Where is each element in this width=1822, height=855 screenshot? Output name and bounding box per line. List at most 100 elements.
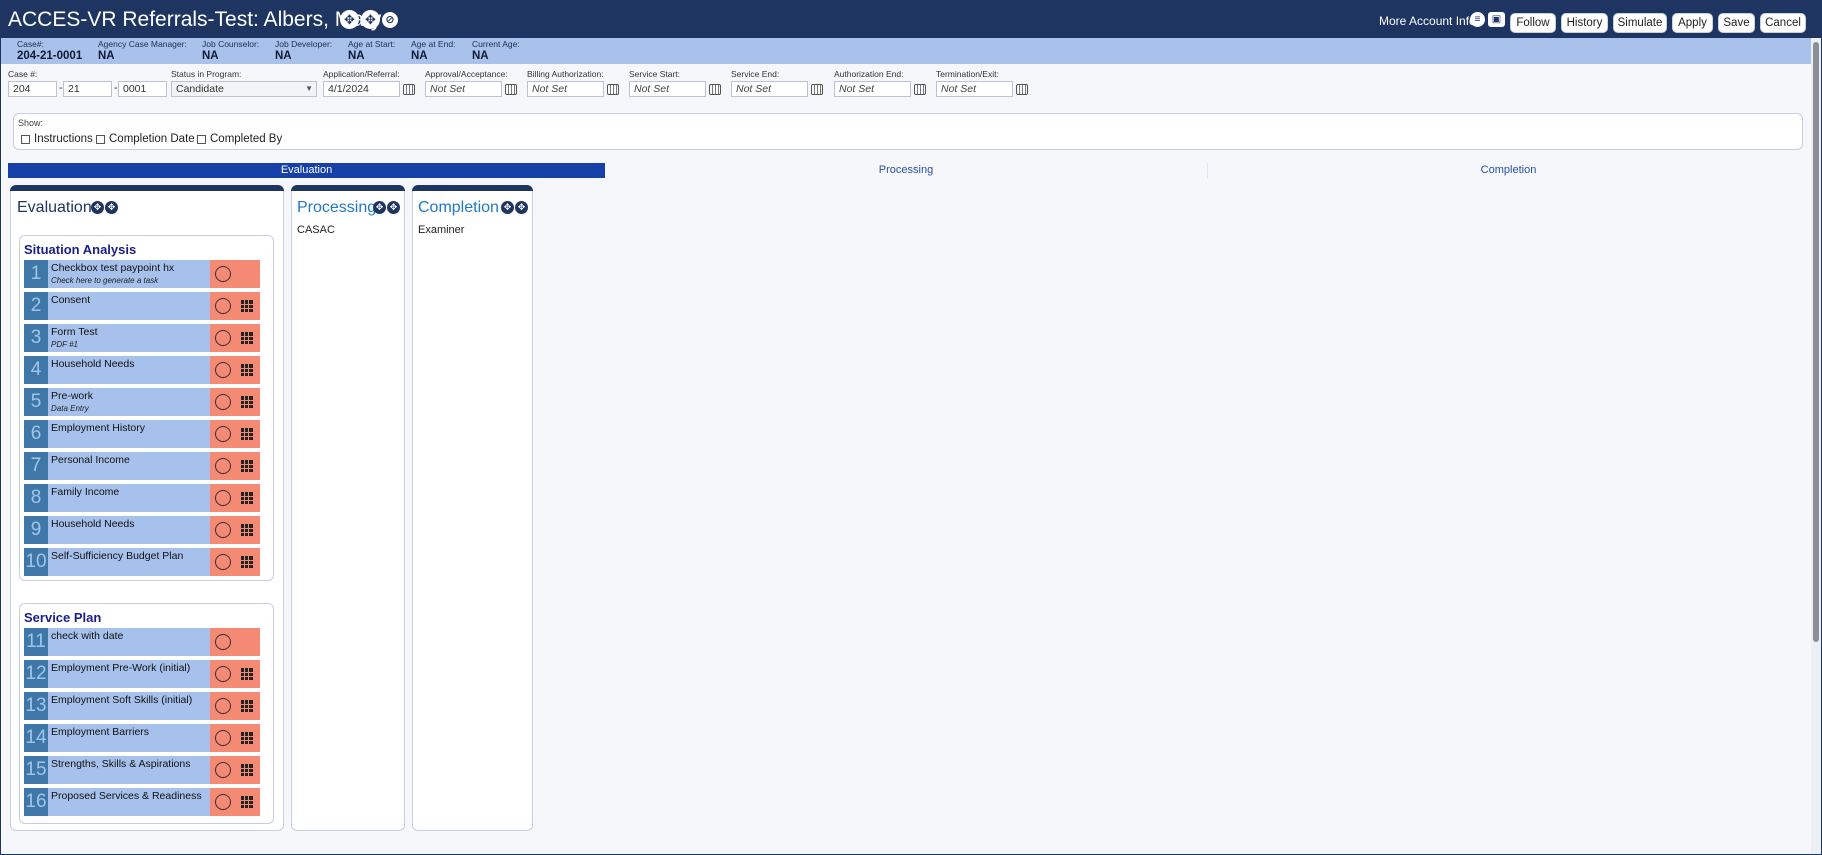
application-referral-field[interactable]: 4/1/2024 xyxy=(323,81,400,97)
task-row[interactable]: 3 Form Test PDF #1 xyxy=(24,324,260,352)
task-body[interactable]: Consent xyxy=(48,292,210,320)
status-circle-icon[interactable] xyxy=(215,362,231,378)
task-grid-cell[interactable] xyxy=(235,324,260,352)
expand-icon[interactable]: ✥ xyxy=(361,10,380,29)
service-start-field[interactable]: Not Set xyxy=(629,81,706,97)
task-row[interactable]: 1 Checkbox test paypoint hx Check here to … xyxy=(24,260,260,288)
task-body[interactable]: check with date xyxy=(48,628,210,656)
simulate-button[interactable]: Simulate xyxy=(1613,13,1667,33)
grid-icon[interactable] xyxy=(241,556,253,568)
save-button[interactable]: Save xyxy=(1718,13,1755,33)
status-circle-icon[interactable] xyxy=(215,794,231,810)
status-circle-icon[interactable] xyxy=(215,426,231,442)
task-body[interactable]: Pre-work Data Entry xyxy=(48,388,210,416)
checkbox[interactable] xyxy=(21,134,30,144)
task-status-cell[interactable] xyxy=(210,692,235,720)
task-status-cell[interactable] xyxy=(210,388,235,416)
task-body[interactable]: Employment Soft Skills (initial) xyxy=(48,692,210,720)
task-body[interactable]: Strengths, Skills & Aspirations xyxy=(48,756,210,784)
expand-icon[interactable]: ✥ xyxy=(91,201,104,214)
grid-icon[interactable] xyxy=(241,668,253,680)
task-body[interactable]: Employment Barriers xyxy=(48,724,210,752)
expand-icon[interactable]: ✥ xyxy=(501,201,514,214)
grid-icon[interactable] xyxy=(241,764,253,776)
calendar-icon[interactable] xyxy=(403,84,415,95)
calendar-icon[interactable] xyxy=(607,84,619,95)
task-row[interactable]: 9 Household Needs xyxy=(24,516,260,544)
calendar-icon[interactable] xyxy=(505,84,517,95)
authorization-end-field[interactable]: Not Set xyxy=(834,81,911,97)
task-status-cell[interactable] xyxy=(210,628,235,656)
more-account-info-link[interactable]: More Account Info xyxy=(1379,14,1476,28)
grid-icon[interactable] xyxy=(241,700,253,712)
task-status-cell[interactable] xyxy=(210,292,235,320)
grid-icon[interactable] xyxy=(241,364,253,376)
tab-completion[interactable]: Completion xyxy=(1207,163,1809,178)
calendar-icon[interactable] xyxy=(811,84,823,95)
task-status-cell[interactable] xyxy=(210,324,235,352)
grid-icon[interactable] xyxy=(241,300,253,312)
task-body[interactable]: Employment Pre-Work (initial) xyxy=(48,660,210,688)
case-part-1-field[interactable]: 204 xyxy=(8,81,57,97)
service-end-field[interactable]: Not Set xyxy=(731,81,808,97)
status-circle-icon[interactable] xyxy=(215,730,231,746)
contact-card-icon[interactable]: ▣ xyxy=(1488,12,1505,27)
task-row[interactable]: 4 Household Needs xyxy=(24,356,260,384)
task-body[interactable]: Form Test PDF #1 xyxy=(48,324,210,352)
task-body[interactable]: Proposed Services & Readiness xyxy=(48,788,210,816)
task-status-cell[interactable] xyxy=(210,516,235,544)
task-row[interactable]: 10 Self-Sufficiency Budget Plan xyxy=(24,548,260,576)
checkbox[interactable] xyxy=(96,134,105,144)
task-row[interactable]: 8 Family Income xyxy=(24,484,260,512)
task-body[interactable]: Household Needs xyxy=(48,356,210,384)
status-circle-icon[interactable] xyxy=(215,698,231,714)
task-body[interactable]: Employment History xyxy=(48,420,210,448)
expand-icon[interactable]: ✥ xyxy=(515,201,528,214)
task-status-cell[interactable] xyxy=(210,756,235,784)
completion-date-checkbox[interactable]: Completion Date xyxy=(96,133,195,145)
calendar-icon[interactable] xyxy=(1016,84,1028,95)
task-grid-cell[interactable] xyxy=(235,724,260,752)
status-circle-icon[interactable] xyxy=(215,490,231,506)
task-grid-cell[interactable] xyxy=(235,356,260,384)
tab-evaluation[interactable]: Evaluation xyxy=(8,163,605,178)
grid-icon[interactable] xyxy=(241,492,253,504)
task-grid-cell[interactable] xyxy=(235,452,260,480)
status-circle-icon[interactable] xyxy=(215,554,231,570)
grid-icon[interactable] xyxy=(241,396,253,408)
task-body[interactable]: Family Income xyxy=(48,484,210,512)
task-row[interactable]: 14 Employment Barriers xyxy=(24,724,260,752)
apply-button[interactable]: Apply xyxy=(1672,13,1713,33)
task-row[interactable]: 15 Strengths, Skills & Aspirations xyxy=(24,756,260,784)
task-status-cell[interactable] xyxy=(210,724,235,752)
task-grid-cell[interactable] xyxy=(235,548,260,576)
status-circle-icon[interactable] xyxy=(215,762,231,778)
task-body[interactable]: Checkbox test paypoint hx Check here to g… xyxy=(48,260,210,288)
case-part-2-field[interactable]: 21 xyxy=(63,81,112,97)
task-grid-cell[interactable] xyxy=(235,756,260,784)
task-row[interactable]: 6 Employment History xyxy=(24,420,260,448)
task-body[interactable]: Household Needs xyxy=(48,516,210,544)
grid-icon[interactable] xyxy=(241,524,253,536)
cancel-button[interactable]: Cancel xyxy=(1760,13,1806,33)
status-circle-icon[interactable] xyxy=(215,458,231,474)
grid-icon[interactable] xyxy=(241,428,253,440)
calendar-icon[interactable] xyxy=(709,84,721,95)
instructions-checkbox[interactable]: Instructions xyxy=(21,133,93,145)
calendar-icon[interactable] xyxy=(914,84,926,95)
checkbox[interactable] xyxy=(197,134,206,144)
status-circle-icon[interactable] xyxy=(215,394,231,410)
grid-icon[interactable] xyxy=(241,460,253,472)
completed-by-checkbox[interactable]: Completed By xyxy=(197,133,282,145)
task-grid-cell[interactable] xyxy=(235,516,260,544)
expand-icon[interactable]: ✥ xyxy=(387,201,400,214)
approval-acceptance-field[interactable]: Not Set xyxy=(425,81,502,97)
case-part-3-field[interactable]: 0001 xyxy=(118,81,167,97)
grid-icon[interactable] xyxy=(241,796,253,808)
task-grid-cell[interactable] xyxy=(235,292,260,320)
task-status-cell[interactable] xyxy=(210,548,235,576)
status-circle-icon[interactable] xyxy=(215,330,231,346)
follow-button[interactable]: Follow xyxy=(1510,13,1556,33)
termination-exit-field[interactable]: Not Set xyxy=(936,81,1013,97)
status-circle-icon[interactable] xyxy=(215,666,231,682)
